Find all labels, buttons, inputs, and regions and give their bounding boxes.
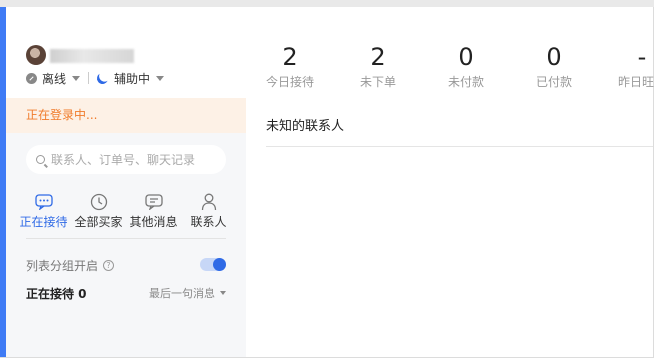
divider [88, 72, 90, 84]
stat-yesterday-wangwang[interactable]: - 昨日旺旺 [598, 43, 654, 90]
tab-receiving[interactable]: 正在接待 [16, 192, 71, 230]
chat-bubble-icon [16, 192, 71, 212]
tab-contacts[interactable]: 联系人 [181, 192, 236, 230]
toggle-knob [213, 258, 226, 271]
stat-unpaid[interactable]: 0 未付款 [422, 43, 510, 90]
divider [26, 238, 226, 239]
sidebar: 正在登录中... 正在接待 全部买家 其他消息 联系人 [6, 98, 246, 357]
stat-value: - [637, 43, 647, 71]
chevron-down-icon [220, 291, 226, 295]
tab-label: 其他消息 [129, 215, 178, 229]
offline-icon [26, 72, 37, 84]
divider [266, 146, 653, 147]
stat-label: 未下单 [359, 75, 396, 89]
stat-value: 2 [282, 43, 298, 71]
tab-all-buyers[interactable]: 全部买家 [71, 192, 126, 230]
group-toggle-switch[interactable] [200, 258, 226, 271]
sort-dropdown[interactable]: 最后一句消息 [149, 285, 226, 301]
receiving-header: 正在接待 0 最后一句消息 [26, 285, 226, 301]
tab-other-messages[interactable]: 其他消息 [126, 192, 181, 230]
stats-bar: 2 今日接待 2 未下单 0 未付款 0 已付款 - 昨日旺旺 [246, 43, 654, 90]
stat-value: 0 [458, 43, 474, 71]
search-input[interactable] [51, 152, 211, 167]
stat-label: 已付款 [535, 75, 572, 89]
stat-value: 2 [370, 43, 386, 71]
online-status-label[interactable]: 离线 [42, 70, 66, 87]
group-toggle-row: 列表分组开启 ? [26, 257, 226, 273]
clock-icon [71, 192, 126, 212]
header: 离线 辅助中 2 今日接待 2 未下单 0 未付款 0 已付款 - 昨日旺旺 [6, 7, 654, 98]
receiving-count: 正在接待 0 [26, 286, 87, 301]
login-status-banner: 正在登录中... [6, 98, 246, 133]
sidebar-tabs: 正在接待 全部买家 其他消息 联系人 [16, 192, 236, 230]
stat-label: 昨日旺旺 [617, 75, 654, 89]
sort-label: 最后一句消息 [149, 287, 215, 300]
avatar[interactable] [26, 45, 46, 65]
stat-label: 今日接待 [265, 75, 314, 89]
message-icon [126, 192, 181, 212]
window-top-bar [0, 0, 654, 7]
tab-label: 全部买家 [74, 215, 123, 229]
group-toggle-label: 列表分组开启 [26, 258, 99, 273]
stat-today-received[interactable]: 2 今日接待 [246, 43, 334, 90]
contact-title: 未知的联系人 [266, 119, 345, 134]
search-icon [36, 155, 45, 164]
chevron-down-icon[interactable] [72, 75, 81, 81]
stat-paid[interactable]: 0 已付款 [510, 43, 598, 90]
stat-value: 0 [546, 43, 562, 71]
person-icon [181, 192, 236, 212]
search-box[interactable] [26, 145, 226, 174]
status-row: 离线 辅助中 [26, 70, 165, 87]
moon-icon [95, 70, 110, 85]
chevron-down-icon[interactable] [156, 75, 165, 81]
main-panel: 未知的联系人 [246, 98, 653, 357]
help-icon[interactable]: ? [103, 259, 115, 271]
stat-not-ordered[interactable]: 2 未下单 [334, 43, 422, 90]
nickname-redacted [50, 49, 134, 63]
tab-label: 联系人 [190, 215, 227, 229]
stat-label: 未付款 [447, 75, 484, 89]
assist-status-label[interactable]: 辅助中 [114, 70, 150, 87]
tab-label: 正在接待 [19, 215, 68, 229]
